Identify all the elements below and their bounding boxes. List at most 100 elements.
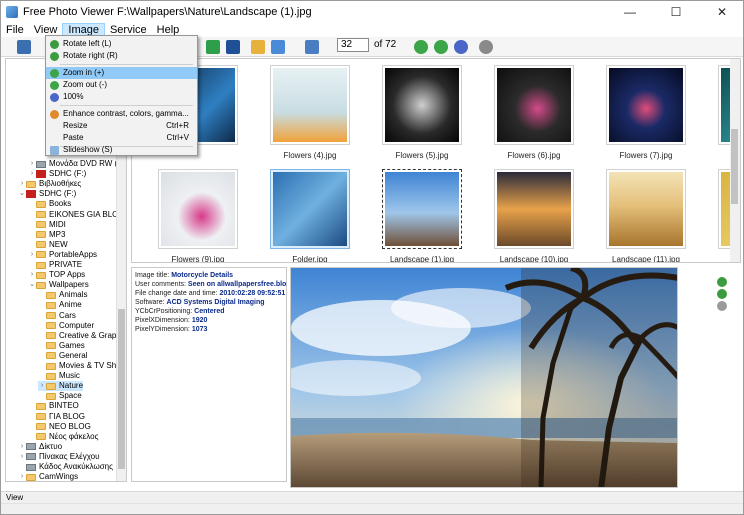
save-icon[interactable] xyxy=(17,40,31,54)
menu-slideshow[interactable]: Slideshow (S) xyxy=(46,144,197,156)
thumbnail-item[interactable] xyxy=(270,169,350,249)
thumbnail-item[interactable] xyxy=(606,169,686,249)
maximize-button[interactable]: ☐ xyxy=(653,1,699,23)
tree-item[interactable]: › Nature xyxy=(38,381,84,392)
menu-resize[interactable]: Resize Ctrl+R xyxy=(46,120,197,132)
expand-toggle-icon[interactable]: › xyxy=(18,179,26,189)
tree-item[interactable]: ΓΙΑ BLOG xyxy=(28,412,85,422)
settings-gear-icon[interactable] xyxy=(479,40,493,54)
expand-toggle-icon[interactable]: ⌄ xyxy=(18,189,26,199)
thumbnail-item[interactable] xyxy=(158,169,238,249)
thumbnail-item[interactable] xyxy=(270,65,350,145)
menu-zoom-100[interactable]: 100% xyxy=(46,91,197,103)
tree-item[interactable]: BINTEO xyxy=(28,401,79,411)
tree-item[interactable]: Music xyxy=(38,371,80,381)
tree-item-label: Games xyxy=(59,340,85,350)
folder-icon xyxy=(36,402,46,410)
thumbnails-view-icon[interactable] xyxy=(271,40,285,54)
expand-toggle-icon[interactable]: › xyxy=(28,250,36,260)
tree-item[interactable]: › TOP Apps xyxy=(28,270,85,280)
tree-item[interactable]: › Μονάδα DVD RW (D:) xyxy=(28,159,126,169)
minimize-button[interactable]: — xyxy=(607,1,653,23)
tree-item[interactable]: ⌄ SDHC (F:) xyxy=(18,189,76,199)
menu-rotate-right-label: Rotate right (R) xyxy=(63,51,118,60)
tree-item[interactable]: MIDI xyxy=(28,220,66,230)
zoom-out-icon[interactable] xyxy=(434,40,448,54)
close-button[interactable]: ✕ xyxy=(699,1,743,23)
thumbnail-scroll-thumb[interactable] xyxy=(731,129,738,204)
tree-scroll-thumb[interactable] xyxy=(118,309,125,469)
tree-item[interactable]: ⌄ Wallpapers xyxy=(28,280,89,290)
menu-rotate-right[interactable]: Rotate right (R) xyxy=(46,50,197,62)
menu-enhance[interactable]: Enhance contrast, colors, gamma... xyxy=(46,108,197,120)
tree-item-label: MP3 xyxy=(49,229,66,239)
tree-item[interactable]: Movies & TV Shows xyxy=(38,361,126,371)
folder-icon xyxy=(36,211,46,218)
tree-item[interactable]: Computer xyxy=(38,321,94,331)
tree-item[interactable]: Anime xyxy=(38,300,82,310)
menu-paste[interactable]: Paste Ctrl+V xyxy=(46,132,197,144)
image-index-input[interactable]: 32 xyxy=(337,38,369,52)
exif-key: File change date and time: xyxy=(135,290,220,297)
menu-rotate-left[interactable]: Rotate left (L) xyxy=(46,38,197,50)
tree-item[interactable]: › SDHC (F:) xyxy=(28,169,86,179)
tree-item[interactable]: NEW xyxy=(28,240,68,250)
thumbnail-item[interactable] xyxy=(494,169,574,249)
tree-item-label: Δίκτυο xyxy=(39,441,63,451)
thumbnail-caption: Flowers (6).jpg xyxy=(507,151,561,160)
tree-item[interactable]: › Πίνακας Ελέγχου xyxy=(18,452,100,462)
rotate-right-icon[interactable] xyxy=(717,277,727,287)
folder-icon xyxy=(46,312,56,319)
fit-window-icon[interactable] xyxy=(206,40,220,54)
image-preview[interactable] xyxy=(290,267,678,488)
filmstrip-icon[interactable] xyxy=(226,40,240,54)
menu-zoom-in[interactable]: Zoom in (+) xyxy=(46,67,197,79)
tree-item-label: Nature xyxy=(59,381,84,391)
expand-toggle-icon[interactable]: › xyxy=(28,270,36,280)
tree-item[interactable]: Games xyxy=(38,341,85,351)
thumbnail-item[interactable] xyxy=(494,65,574,145)
expand-toggle-icon[interactable]: › xyxy=(18,472,26,481)
tree-item[interactable]: › Δίκτυο xyxy=(18,442,62,452)
exif-icon[interactable] xyxy=(305,40,319,54)
expand-toggle-icon[interactable]: › xyxy=(18,442,26,452)
exif-row: Software: ACD Systems Digital Imaging xyxy=(135,298,283,307)
tree-item[interactable]: Space xyxy=(38,391,82,401)
thumbnail-item[interactable] xyxy=(382,65,462,145)
expand-toggle-icon[interactable]: › xyxy=(28,169,36,179)
menu-zoom-out[interactable]: Zoom out (-) xyxy=(46,79,197,91)
tree-item[interactable]: General xyxy=(38,351,87,361)
menu-separator xyxy=(60,105,193,106)
tree-item[interactable]: Κάδος Ανακύκλωσης xyxy=(18,462,113,472)
tree-item[interactable]: Animals xyxy=(38,290,87,300)
open-folder-icon[interactable] xyxy=(251,40,265,54)
thumbnail-scrollbar[interactable] xyxy=(730,59,740,262)
menu-enhance-label: Enhance contrast, colors, gamma... xyxy=(63,109,189,118)
expand-toggle-icon[interactable]: › xyxy=(18,452,26,462)
tree-item[interactable]: MP3 xyxy=(28,230,65,240)
menu-file[interactable]: File xyxy=(1,23,29,37)
rotate-left-icon[interactable] xyxy=(717,289,727,299)
tree-item[interactable]: EIKONES GIA BLOG xyxy=(28,210,125,220)
folder-icon xyxy=(46,301,56,309)
tree-item[interactable]: PRIVATE xyxy=(28,260,82,270)
zoom-fit-icon[interactable] xyxy=(454,40,468,54)
folder-icon xyxy=(36,413,46,420)
exif-value: 1073 xyxy=(191,326,208,333)
tree-item[interactable]: NEO BLOG xyxy=(28,422,91,432)
expand-toggle-icon[interactable]: ⌄ xyxy=(28,280,36,290)
tree-item-label: MIDI xyxy=(49,219,66,229)
tree-item[interactable]: Creative & Graphics xyxy=(38,331,126,341)
tree-item[interactable]: › PortableApps xyxy=(28,250,97,260)
tree-item[interactable]: Cars xyxy=(38,311,76,321)
tree-item[interactable]: Νέος φάκελος xyxy=(28,432,98,442)
expand-toggle-icon[interactable]: › xyxy=(38,381,46,391)
thumbnail-item[interactable] xyxy=(382,169,462,249)
tree-item[interactable]: › Βιβλιοθήκες xyxy=(18,179,81,189)
thumbnail-item[interactable] xyxy=(606,65,686,145)
expand-toggle-icon[interactable]: › xyxy=(28,159,36,169)
tree-item[interactable]: Books xyxy=(28,199,71,209)
magnifier-icon[interactable] xyxy=(717,301,727,311)
tree-item[interactable]: › CamWings xyxy=(18,472,78,481)
zoom-in-icon[interactable] xyxy=(414,40,428,54)
